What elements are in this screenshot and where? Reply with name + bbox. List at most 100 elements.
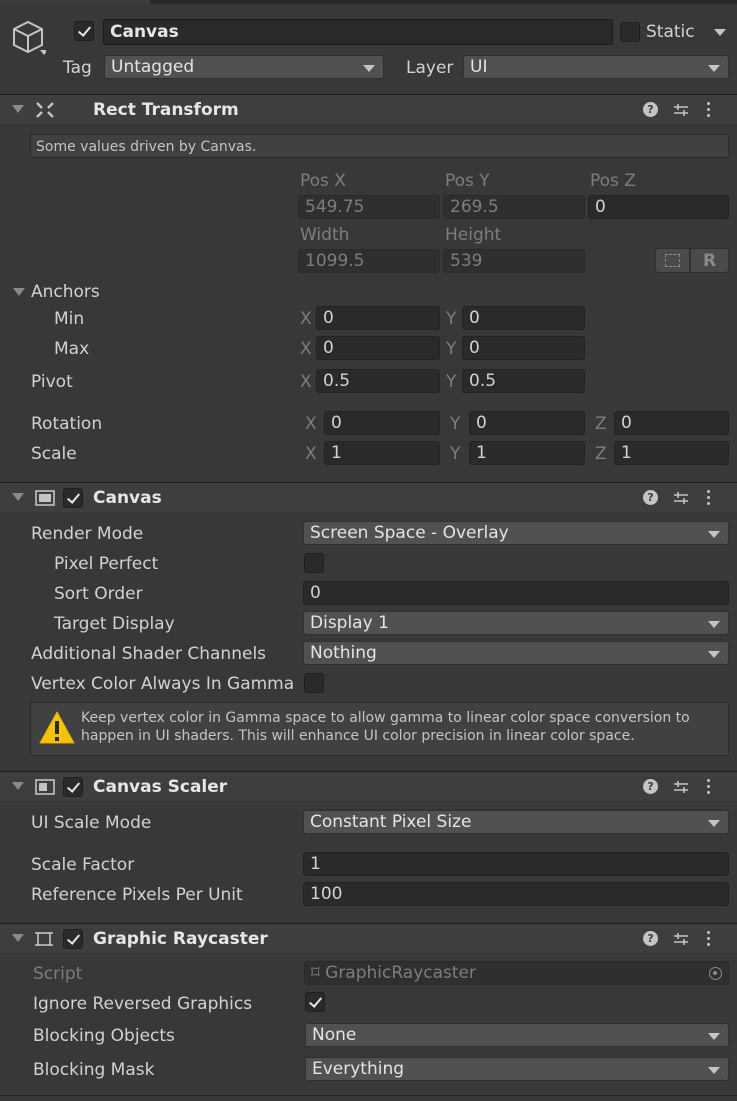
- scale-x-axis[interactable]: X: [305, 444, 317, 464]
- rect-transform-title: Rect Transform: [93, 100, 239, 120]
- pivot-x-axis[interactable]: X: [300, 372, 312, 392]
- blueprint-icon: [665, 254, 680, 267]
- rotation-x-field[interactable]: 0: [324, 411, 440, 435]
- chevron-down-icon: [363, 65, 375, 72]
- rotation-y-axis[interactable]: Y: [450, 414, 460, 434]
- anchor-max-x-field[interactable]: 0: [316, 336, 440, 360]
- help-icon[interactable]: ?: [643, 931, 658, 946]
- anchor-min-y-axis[interactable]: Y: [446, 309, 456, 329]
- anchor-min-x-axis[interactable]: X: [300, 309, 312, 329]
- ref-ppu-label: Reference Pixels Per Unit: [31, 885, 243, 905]
- width-field: 1099.5: [298, 249, 440, 273]
- tag-dropdown[interactable]: Untagged: [104, 55, 384, 79]
- ui-scale-mode-value: Constant Pixel Size: [310, 812, 472, 832]
- driven-note-box: Some values driven by Canvas.: [30, 134, 729, 158]
- vertex-color-gamma-checkbox[interactable]: [304, 673, 324, 693]
- scale-z-axis[interactable]: Z: [595, 444, 607, 464]
- canvas-header[interactable]: Canvas ?: [0, 482, 737, 512]
- foldout-arrow-icon[interactable]: [12, 782, 24, 790]
- presets-icon[interactable]: [673, 489, 689, 507]
- chevron-down-icon: [708, 1067, 720, 1074]
- rotation-x-axis[interactable]: X: [305, 414, 317, 434]
- ignore-reversed-checkbox[interactable]: [305, 992, 325, 1012]
- context-menu-icon[interactable]: [707, 779, 711, 795]
- ref-ppu-field[interactable]: 100: [303, 882, 729, 906]
- anchors-foldout-icon[interactable]: [13, 288, 25, 296]
- anchor-max-y-field[interactable]: 0: [462, 336, 585, 360]
- chevron-down-icon: [708, 820, 720, 827]
- help-icon[interactable]: ?: [643, 102, 658, 117]
- presets-icon[interactable]: [673, 778, 689, 796]
- pivot-label: Pivot: [31, 372, 73, 392]
- presets-icon[interactable]: [673, 101, 689, 119]
- help-icon[interactable]: ?: [643, 490, 658, 505]
- chevron-down-icon: [708, 1033, 720, 1040]
- blocking-objects-label: Blocking Objects: [33, 1026, 175, 1046]
- gamma-warning-box: Keep vertex color in Gamma space to allo…: [30, 702, 729, 756]
- context-menu-icon[interactable]: [707, 102, 711, 118]
- gameobject-icon[interactable]: [12, 18, 48, 58]
- scale-z-field[interactable]: 1: [614, 441, 729, 465]
- shader-channels-dropdown[interactable]: Nothing: [303, 641, 729, 665]
- layer-dropdown[interactable]: UI: [463, 55, 729, 79]
- graphic-raycaster-enabled-toggle[interactable]: [63, 929, 83, 949]
- foldout-arrow-icon[interactable]: [12, 934, 24, 942]
- scale-label: Scale: [31, 444, 77, 464]
- canvas-scaler-enabled-toggle[interactable]: [63, 777, 83, 797]
- context-menu-icon[interactable]: [707, 490, 711, 506]
- target-display-dropdown[interactable]: Display 1: [303, 611, 729, 635]
- graphic-raycaster-header[interactable]: Graphic Raycaster ?: [0, 923, 737, 953]
- render-mode-value: Screen Space - Overlay: [310, 523, 509, 543]
- gameobject-name-field[interactable]: Canvas: [103, 19, 613, 45]
- pos-y-label: Pos Y: [445, 171, 490, 191]
- scale-y-field[interactable]: 1: [469, 441, 585, 465]
- shader-channels-value: Nothing: [310, 643, 377, 663]
- raw-edit-button[interactable]: R: [690, 248, 729, 273]
- anchors-label[interactable]: Anchors: [31, 282, 100, 302]
- pivot-x-field[interactable]: 0.5: [316, 369, 440, 393]
- pivot-y-field[interactable]: 0.5: [462, 369, 585, 393]
- bottom-divider: [0, 1095, 737, 1096]
- chevron-down-icon: [708, 65, 720, 72]
- pos-z-label: Pos Z: [590, 171, 636, 191]
- scale-factor-field[interactable]: 1: [303, 852, 729, 876]
- canvas-scaler-header[interactable]: Canvas Scaler ?: [0, 771, 737, 801]
- pivot-y-axis[interactable]: Y: [446, 372, 456, 392]
- pixel-perfect-checkbox[interactable]: [304, 553, 324, 573]
- sort-order-field[interactable]: 0: [303, 581, 729, 605]
- foldout-arrow-icon[interactable]: [12, 105, 24, 113]
- pos-z-field[interactable]: 0: [588, 195, 729, 219]
- active-tab-indicator: [0, 0, 150, 4]
- blocking-objects-value: None: [312, 1025, 357, 1045]
- scale-x-field[interactable]: 1: [324, 441, 440, 465]
- anchor-max-y-axis[interactable]: Y: [446, 339, 456, 359]
- context-menu-icon[interactable]: [707, 931, 711, 947]
- scale-y-axis[interactable]: Y: [450, 444, 460, 464]
- target-display-value: Display 1: [310, 613, 389, 633]
- rotation-y-field[interactable]: 0: [469, 411, 585, 435]
- blueprint-mode-button[interactable]: [655, 248, 690, 273]
- canvas-scaler-title: Canvas Scaler: [93, 777, 228, 797]
- sort-order-label: Sort Order: [54, 584, 143, 604]
- anchor-min-x-field[interactable]: 0: [316, 306, 440, 330]
- rotation-z-field[interactable]: 0: [614, 411, 729, 435]
- pos-x-field: 549.75: [298, 195, 440, 219]
- active-toggle[interactable]: [74, 21, 94, 41]
- ui-scale-mode-dropdown[interactable]: Constant Pixel Size: [303, 810, 729, 834]
- render-mode-dropdown[interactable]: Screen Space - Overlay: [303, 521, 729, 545]
- canvas-enabled-toggle[interactable]: [63, 488, 83, 508]
- object-picker-icon[interactable]: [709, 967, 722, 980]
- anchor-max-x-axis[interactable]: X: [300, 339, 312, 359]
- rotation-z-axis[interactable]: Z: [595, 414, 607, 434]
- static-checkbox[interactable]: [620, 22, 640, 42]
- anchor-min-y-field[interactable]: 0: [462, 306, 585, 330]
- help-icon[interactable]: ?: [643, 779, 658, 794]
- rect-transform-header[interactable]: Rect Transform ?: [0, 94, 737, 124]
- presets-icon[interactable]: [673, 930, 689, 948]
- ignore-reversed-label: Ignore Reversed Graphics: [33, 994, 253, 1014]
- layer-value: UI: [470, 57, 488, 77]
- static-dropdown-arrow[interactable]: [714, 29, 726, 36]
- blocking-objects-dropdown[interactable]: None: [305, 1023, 729, 1047]
- blocking-mask-dropdown[interactable]: Everything: [305, 1057, 729, 1081]
- foldout-arrow-icon[interactable]: [12, 493, 24, 501]
